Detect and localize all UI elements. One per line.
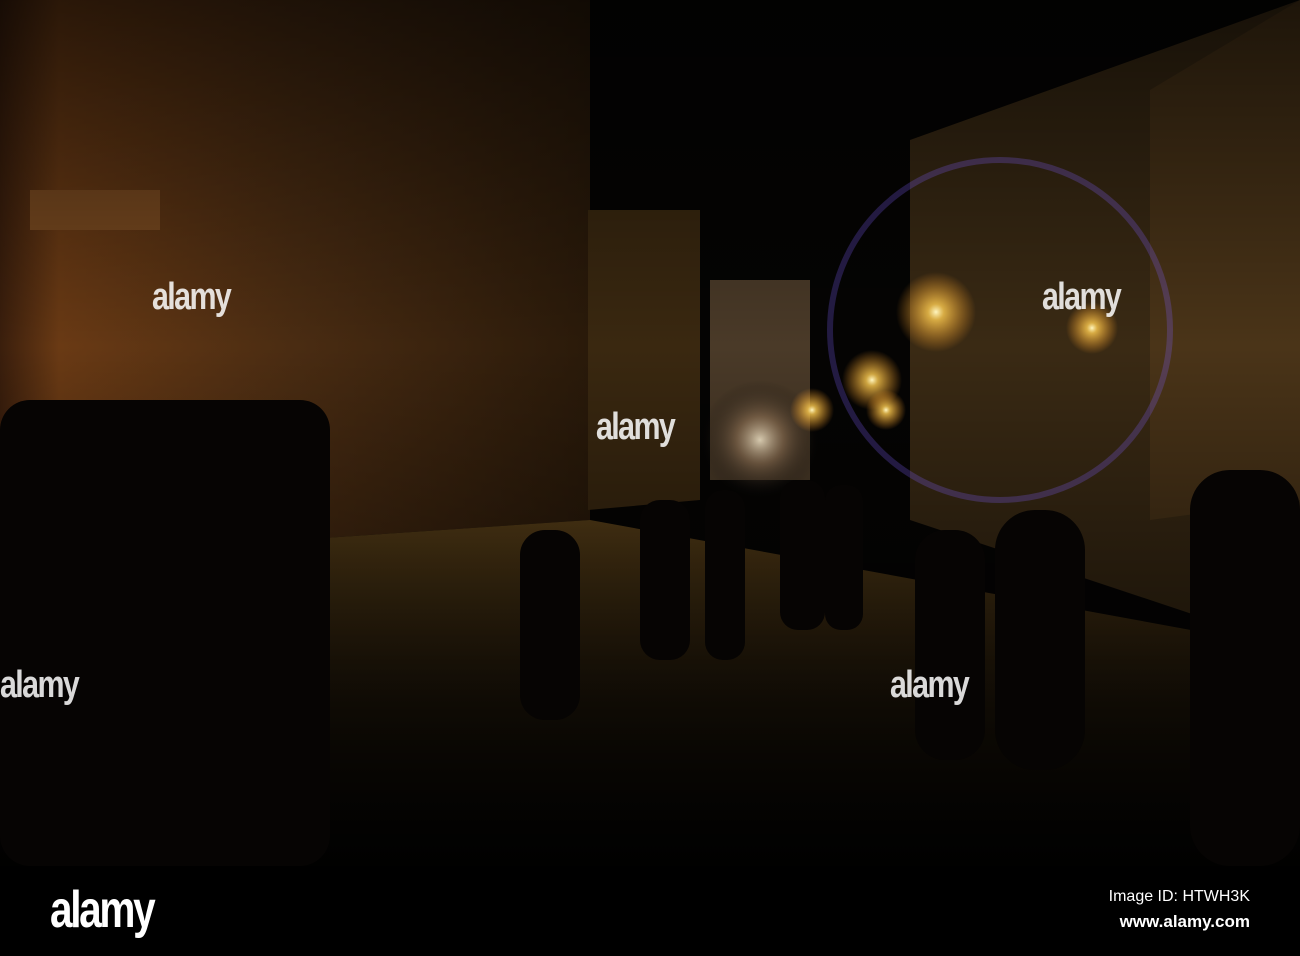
site-url[interactable]: www.alamy.com [1120,912,1250,932]
watermark: alamy [890,664,970,706]
footer-bar: alamy Image ID: HTWH3K www.alamy.com [0,866,1300,956]
watermark: alamy [1042,276,1122,318]
image-id: Image ID: HTWH3K [1108,888,1250,905]
street-lamp [790,388,834,432]
photo: alamy alamy alamy alamy alamy [0,0,1300,866]
watermark: alamy [596,406,676,448]
street-lamp [896,272,976,352]
street-lamp [866,390,906,430]
watermark: alamy [0,664,80,706]
alamy-logo: alamy [50,881,156,939]
watermark: alamy [152,276,232,318]
